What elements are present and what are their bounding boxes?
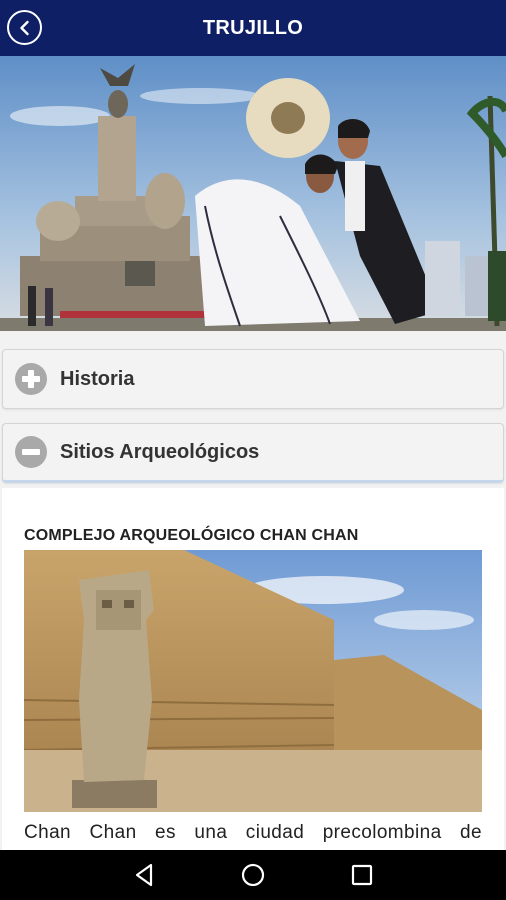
accordion-label-sitios: Sitios Arqueológicos xyxy=(60,440,260,463)
accordion-historia[interactable]: Historia xyxy=(2,349,504,409)
hero-illustration xyxy=(0,56,506,331)
content-area: Historia Sitios Arqueológicos COMPLEJO A… xyxy=(0,331,506,850)
recents-square-icon xyxy=(351,864,372,886)
accordion-panel-sitios: COMPLEJO ARQUEOLÓGICO CHAN CHAN Chan Cha… xyxy=(2,488,504,850)
nav-recents-button[interactable] xyxy=(342,855,382,895)
site-title: COMPLEJO ARQUEOLÓGICO CHAN CHAN xyxy=(24,527,359,544)
chan-chan-photo xyxy=(24,550,482,812)
nav-home-button[interactable] xyxy=(233,855,273,895)
back-triangle-icon xyxy=(136,863,153,887)
accordion-sitios-arqueologicos[interactable]: Sitios Arqueológicos xyxy=(2,423,504,483)
chan-chan-illustration xyxy=(24,550,482,812)
back-arrow-icon xyxy=(19,20,29,35)
hero-photo xyxy=(0,56,506,331)
system-nav-bar xyxy=(0,850,506,900)
nav-back-button[interactable] xyxy=(124,855,164,895)
minus-circle-icon xyxy=(15,436,47,468)
app-bar: TRUJILLO xyxy=(0,0,506,56)
page-title: TRUJILLO xyxy=(202,16,304,39)
home-circle-icon xyxy=(241,863,265,887)
accordion-label-historia: Historia xyxy=(60,367,135,390)
back-button[interactable] xyxy=(7,10,42,45)
plus-circle-icon xyxy=(15,363,47,395)
site-description: Chan Chan es una ciudad precolombina de xyxy=(24,822,482,843)
